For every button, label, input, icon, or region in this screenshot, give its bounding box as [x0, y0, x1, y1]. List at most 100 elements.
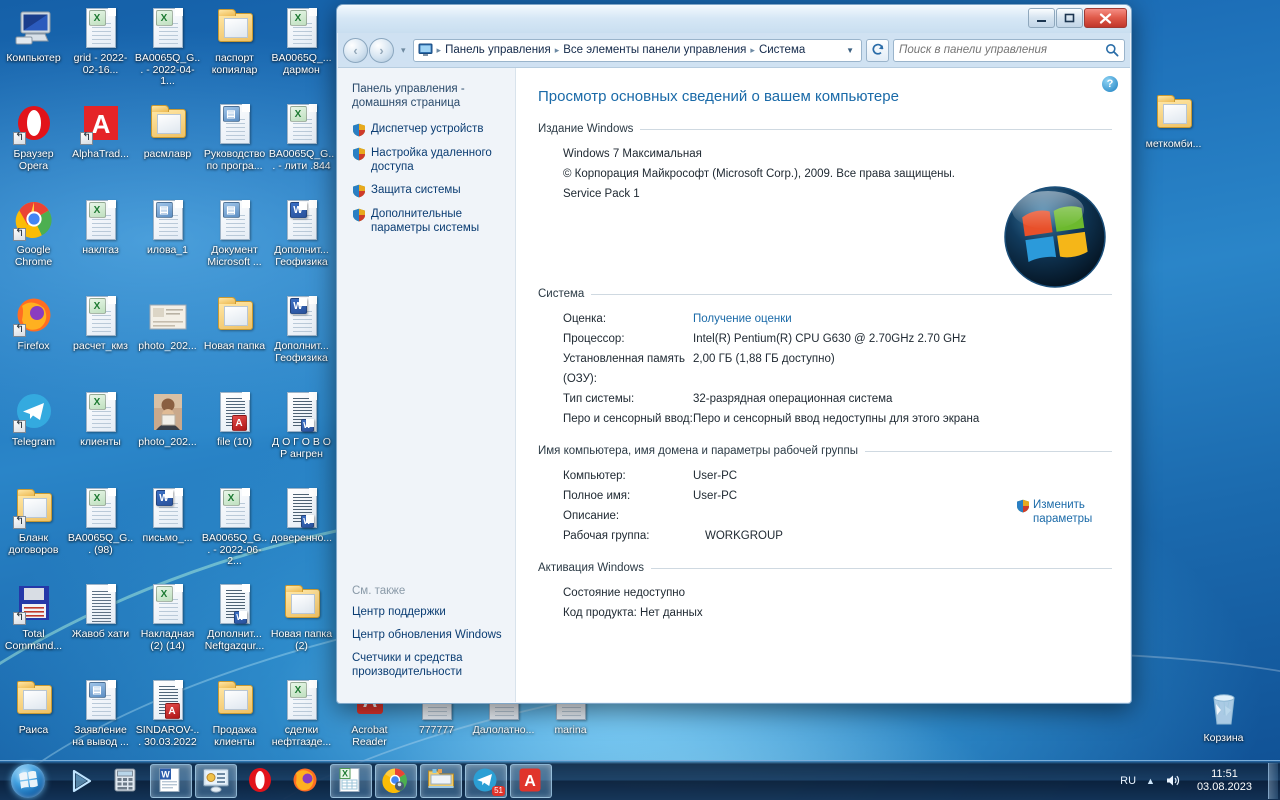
show-hidden-icons-button[interactable]: ▲: [1146, 776, 1155, 786]
back-button[interactable]: ‹: [343, 37, 368, 63]
window-titlebar[interactable]: [337, 5, 1131, 33]
refresh-button[interactable]: [866, 38, 889, 62]
recycle-bin-icon-item[interactable]: Корзина: [1190, 684, 1257, 745]
desktop-icon[interactable]: W Дополнит... Neftgazqur...: [201, 580, 268, 676]
breadcrumb-item-1[interactable]: Все элементы панели управления: [563, 44, 746, 56]
desktop-icon[interactable]: Afile (10): [201, 388, 268, 484]
sidebar[interactable]: Панель управления - домашняя страница Ди…: [338, 68, 516, 702]
sidebar-item-remote-access[interactable]: Настройка удаленного доступа: [352, 146, 505, 174]
window-controls[interactable]: [1028, 8, 1127, 28]
change-settings-link[interactable]: Изменить параметры: [1016, 498, 1116, 526]
desktop-icon[interactable]: Бланк договоров: [0, 484, 67, 580]
recent-pages-dropdown-icon[interactable]: ▾: [398, 45, 409, 56]
desktop-icon[interactable]: ▤ Руководство по програ...: [201, 100, 268, 196]
desktop-icon[interactable]: Браузер Opera: [0, 100, 67, 196]
desktop-icon[interactable]: Xсделки нефтгазде...: [268, 676, 335, 772]
search-input[interactable]: [899, 44, 1105, 56]
taskbar-button-explorer[interactable]: [420, 763, 462, 798]
sidebar-item-system-protection[interactable]: Защита системы: [352, 183, 505, 198]
desktop-icon[interactable]: W Дополнит... Геофизика: [268, 196, 335, 292]
show-desktop-button[interactable]: [1268, 762, 1278, 799]
desktop-icon[interactable]: Xнаклгаз: [67, 196, 134, 292]
desktop-icon[interactable]: Xрасчет_кмз: [67, 292, 134, 388]
desktop-icon[interactable]: ▤ Заявление на вывод ...: [67, 676, 134, 772]
see-also-item-performance-tools[interactable]: Счетчики и средства производительности: [352, 651, 507, 679]
recycle-bin[interactable]: Корзина: [1190, 684, 1257, 745]
rating-link[interactable]: Получение оценки: [693, 309, 1112, 329]
taskbar-button-word[interactable]: W: [150, 763, 192, 798]
taskbar-button-telegram[interactable]: 51: [465, 763, 507, 798]
chevron-down-icon[interactable]: ▼: [846, 46, 858, 55]
desktop-icon-label: Браузер Opera: [13, 148, 54, 172]
taskbar-button-calculator[interactable]: [105, 764, 147, 798]
desktop-icon[interactable]: Xgrid - 2022-02-16...: [67, 4, 134, 100]
desktop-icon[interactable]: X BA0065Q_G... (98): [67, 484, 134, 580]
doc-glyph: W: [146, 486, 190, 530]
taskbar-button-acrobat[interactable]: A: [510, 763, 552, 798]
desktop-icon[interactable]: Xклиенты: [67, 388, 134, 484]
desktop-icon[interactable]: X BA0065Q_G... - 2022-06-2...: [201, 484, 268, 580]
close-button[interactable]: [1084, 8, 1127, 28]
taskbar-items[interactable]: W X 51 A: [60, 763, 552, 798]
breadcrumb-item-2[interactable]: Система: [759, 44, 805, 56]
see-also-item-support-center[interactable]: Центр поддержки: [352, 605, 507, 619]
desktop-icon[interactable]: Total Command...: [0, 580, 67, 676]
desktop-icon[interactable]: A SINDAROV-... 30.03.2022: [134, 676, 201, 772]
desktop-icon[interactable]: Новая папка: [201, 292, 268, 388]
taskbar[interactable]: W X 51 A RU ▲ 11:51 03.08.2023: [0, 760, 1280, 800]
desktop-icon[interactable]: Telegram: [0, 388, 67, 484]
desktop-icon[interactable]: W Дополнит... Геофизика: [268, 292, 335, 388]
breadcrumb[interactable]: ▸ Панель управления ▸ Все элементы панел…: [412, 38, 862, 62]
breadcrumb-item-0[interactable]: Панель управления: [445, 44, 551, 56]
desktop-icon[interactable]: паспорт копиялар: [201, 4, 268, 100]
desktop-icon[interactable]: X BA0065Q_... дармон: [268, 4, 335, 100]
desktop-icon-grid[interactable]: Компьютер Xgrid - 2022-02-16... X BA0065Q_G…: [0, 4, 336, 772]
desktop-icon[interactable]: Продажа клиенты: [201, 676, 268, 772]
sidebar-home-label[interactable]: Панель управления - домашняя страница: [352, 82, 505, 110]
system-tray[interactable]: RU ▲ 11:51 03.08.2023: [1120, 762, 1280, 799]
desktop-icon[interactable]: X Накладная (2) (14): [134, 580, 201, 676]
taskbar-button-chrome[interactable]: [375, 763, 417, 798]
desktop-icon[interactable]: Wдоверенно...: [268, 484, 335, 580]
desktop-icon[interactable]: A AlphaTrad...: [67, 100, 134, 196]
taskbar-button-excel[interactable]: X: [330, 763, 372, 798]
desktop-icon[interactable]: W Д О Г О В О Р ангрен: [268, 388, 335, 484]
desktop-icon[interactable]: ▤ илова_1: [134, 196, 201, 292]
clock[interactable]: 11:51 03.08.2023: [1191, 768, 1258, 794]
see-also-item-windows-update[interactable]: Центр обновления Windows: [352, 628, 507, 642]
sidebar-item-device-manager[interactable]: Диспетчер устройств: [352, 122, 505, 137]
system-control-panel-window[interactable]: ‹ › ▾ ▸ Панель управления ▸ Все элементы…: [336, 4, 1132, 704]
taskbar-button-opera[interactable]: [240, 764, 282, 798]
desktop-icons-right[interactable]: меткомби...: [1140, 90, 1207, 151]
desktop-icon[interactable]: Google Chrome: [0, 196, 67, 292]
desktop-icon[interactable]: ▤ Документ Microsoft ...: [201, 196, 268, 292]
desktop-icon[interactable]: Firefox: [0, 292, 67, 388]
desktop-icon[interactable]: расмлавр: [134, 100, 201, 196]
desktop-icon[interactable]: Компьютер: [0, 4, 67, 100]
taskbar-button-firefox[interactable]: [285, 764, 327, 798]
sidebar-item-advanced-system-settings[interactable]: Дополнительные параметры системы: [352, 207, 505, 235]
search-box[interactable]: [893, 38, 1125, 62]
desktop-icon[interactable]: photo_202...: [134, 388, 201, 484]
desktop-icon[interactable]: photo_202...: [134, 292, 201, 388]
minimize-button[interactable]: [1028, 8, 1055, 28]
volume-icon[interactable]: [1165, 773, 1181, 788]
taskbar-button-control-panel[interactable]: [195, 763, 237, 798]
desktop[interactable]: AAcrobat Reader777777Далолатно...marina …: [0, 0, 1280, 800]
forward-button[interactable]: ›: [369, 37, 394, 63]
desktop-icon[interactable]: меткомби...: [1140, 90, 1207, 151]
desktop-icon[interactable]: Новая папка (2): [268, 580, 335, 676]
taskbar-button-media-player[interactable]: [60, 764, 102, 798]
document-lines: [292, 23, 312, 45]
desktop-icon[interactable]: X BA0065Q_G... - 2022-04-1...: [134, 4, 201, 100]
window-navigation-bar[interactable]: ‹ › ▾ ▸ Панель управления ▸ Все элементы…: [337, 33, 1131, 67]
pdf-scan-glyph: A: [213, 390, 257, 434]
desktop-icon[interactable]: Жавоб хати: [67, 580, 134, 676]
start-button[interactable]: [2, 762, 54, 800]
desktop-icon[interactable]: Раиса: [0, 676, 67, 772]
help-icon[interactable]: ?: [1102, 76, 1118, 92]
language-indicator[interactable]: RU: [1120, 775, 1136, 787]
desktop-icon[interactable]: Wписьмо_...: [134, 484, 201, 580]
desktop-icon[interactable]: X BA0065Q_G... - лити .844: [268, 100, 335, 196]
maximize-button[interactable]: [1056, 8, 1083, 28]
